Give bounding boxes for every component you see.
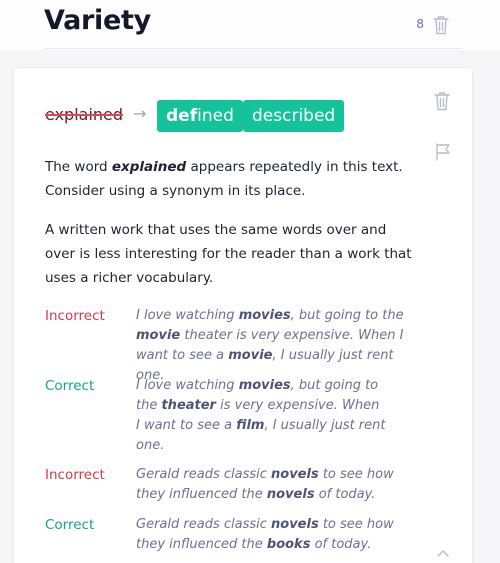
keyword: books (266, 537, 311, 552)
highlighted-word: explained (111, 159, 187, 175)
keyword: film (236, 418, 265, 433)
example-label-correct: Correct (45, 378, 95, 394)
keyword: movie (228, 348, 273, 363)
keyword: theater (161, 398, 216, 413)
suggestion-card: explained → defined described The word e… (14, 68, 472, 563)
suggestion-chip-defined[interactable]: defined (157, 100, 243, 132)
keyword: movie (136, 328, 181, 343)
keyword: movies (238, 378, 291, 393)
keyword: movies (238, 308, 291, 323)
example-sentence: I love watching movies, but going to the… (136, 308, 404, 383)
trash-icon[interactable] (431, 14, 451, 36)
header-divider (44, 48, 462, 49)
chip-suffix: described (252, 106, 336, 126)
keyword: novels (271, 517, 319, 532)
original-word: explained (45, 105, 124, 124)
chip-suffix: ined (197, 106, 234, 126)
flag-icon[interactable] (434, 142, 452, 162)
example-label-incorrect: Incorrect (45, 467, 105, 483)
chevron-up-icon[interactable] (436, 548, 450, 558)
trash-icon[interactable] (432, 90, 452, 112)
example-sentence: Gerald reads classic novels to see how t… (136, 517, 394, 552)
keyword: novels (271, 467, 319, 482)
page-title: Variety (44, 5, 151, 36)
keyword: novels (266, 487, 315, 502)
example-sentence: I love watching movies, but going to the… (136, 378, 386, 453)
example-label-correct: Correct (45, 517, 95, 533)
example-sentence: Gerald reads classic novels to see how t… (136, 467, 394, 502)
replace-arrow-icon: → (133, 104, 147, 123)
explanation-paragraph: A written work that uses the same words … (45, 222, 412, 286)
chip-prefix: def (166, 106, 198, 126)
explanation-paragraph: The word explained appears repeatedly in… (45, 159, 403, 199)
suggestion-chip-described[interactable]: described (243, 100, 345, 132)
example-label-incorrect: Incorrect (45, 308, 105, 324)
issue-count: 8 (416, 17, 424, 31)
